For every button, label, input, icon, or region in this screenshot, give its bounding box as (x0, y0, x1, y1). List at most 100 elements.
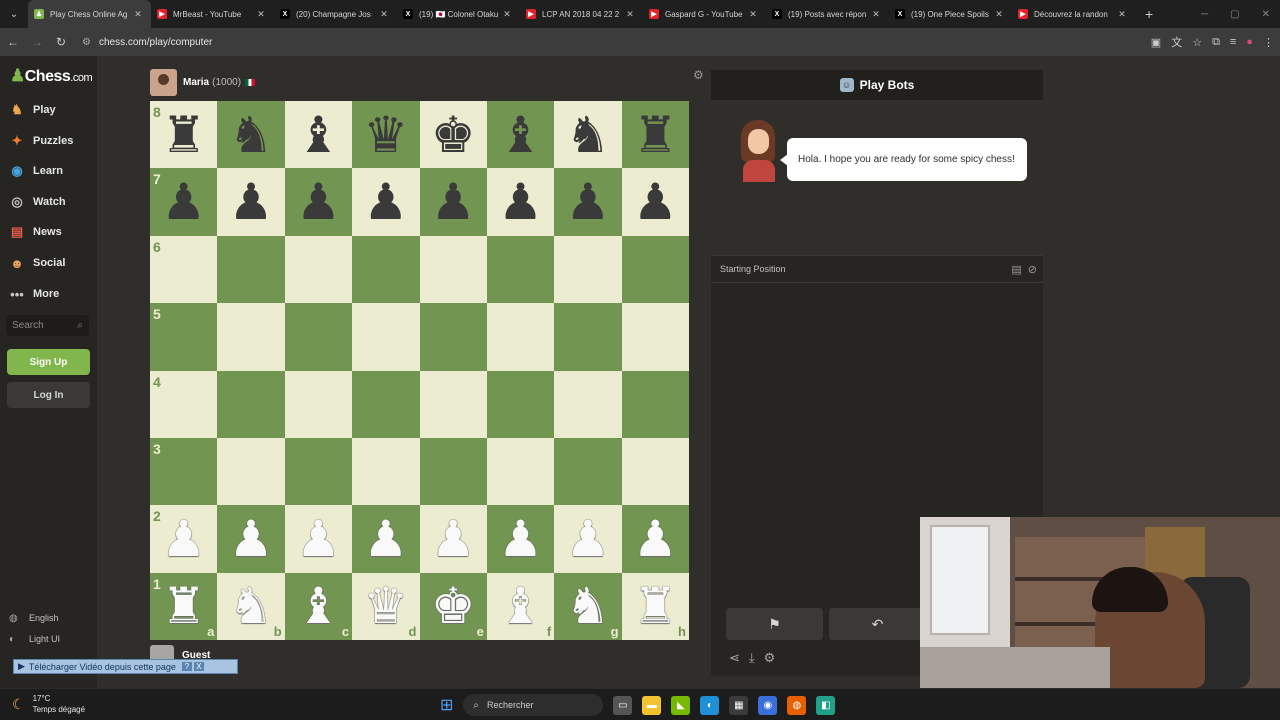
close-window-icon[interactable]: ✕ (1262, 9, 1270, 20)
square-a6[interactable]: 6 (150, 235, 218, 304)
maximize-icon[interactable]: ▢ (1230, 9, 1239, 20)
resign-flag-button[interactable]: ⚑ (726, 608, 823, 640)
square-f8[interactable]: ♝ (486, 101, 555, 169)
square-g4[interactable] (554, 370, 622, 438)
white-piece[interactable]: ♜ (161, 581, 206, 631)
sidebar-item-social[interactable]: ☻ Social (8, 253, 65, 273)
media-icon[interactable]: ≡ (1230, 36, 1236, 48)
white-piece[interactable]: ♟ (633, 514, 678, 564)
theme-toggle[interactable]: ◐ Light UI (9, 631, 60, 647)
black-piece[interactable]: ♞ (229, 110, 274, 160)
square-e7[interactable]: ♟ (419, 168, 487, 236)
analysis-icon[interactable]: ⊘ (1028, 263, 1037, 276)
square-f1[interactable]: f ♝ (486, 572, 555, 640)
tab-close-icon[interactable]: ✕ (254, 9, 268, 20)
square-h8[interactable]: ♜ (621, 101, 689, 169)
square-c5[interactable] (284, 303, 353, 371)
square-d7[interactable]: ♟ (352, 168, 420, 236)
white-piece[interactable]: ♟ (363, 514, 408, 564)
weather-widget[interactable]: ☾ 17°C Temps dégagé (12, 693, 85, 715)
black-piece[interactable]: ♝ (498, 110, 543, 160)
tab-close-icon[interactable]: ✕ (1115, 9, 1129, 20)
square-d2[interactable]: ♟ (352, 505, 420, 573)
black-piece[interactable]: ♟ (431, 177, 476, 227)
cast-icon[interactable]: ▣ (1151, 36, 1161, 49)
browser-tab[interactable]: ▶ Gaspard G - YouTube ✕ (643, 0, 766, 28)
square-b3[interactable] (217, 437, 285, 506)
app-icon[interactable]: ◧ (816, 695, 836, 715)
square-g2[interactable]: ♟ (554, 505, 622, 573)
gear-icon[interactable]: ⚙ (764, 650, 776, 666)
white-piece[interactable]: ♟ (498, 514, 543, 564)
new-tab-button[interactable]: + (1145, 6, 1153, 22)
reload-icon[interactable]: ↻ (50, 35, 72, 49)
black-piece[interactable]: ♜ (161, 110, 206, 160)
square-c3[interactable] (284, 437, 353, 506)
white-piece[interactable]: ♟ (566, 514, 611, 564)
tab-close-icon[interactable]: ✕ (869, 9, 883, 20)
forward-icon[interactable]: → (26, 35, 48, 49)
square-a5[interactable]: 5 (150, 303, 218, 371)
black-piece[interactable]: ♟ (296, 177, 341, 227)
square-e3[interactable] (419, 437, 487, 506)
square-e5[interactable] (419, 303, 487, 371)
square-f2[interactable]: ♟ (486, 505, 555, 573)
black-piece[interactable]: ♟ (363, 177, 408, 227)
white-piece[interactable]: ♛ (363, 581, 408, 631)
settings-gear-icon[interactable]: ⚙ (693, 68, 704, 82)
black-piece[interactable]: ♝ (296, 110, 341, 160)
square-c1[interactable]: c ♝ (284, 572, 353, 640)
square-h6[interactable] (621, 235, 689, 304)
square-e8[interactable]: ♚ (419, 101, 487, 169)
video-download-bar[interactable]: ▶ Télécharger Vidéo depuis cette page ? … (13, 659, 238, 674)
extensions-icon[interactable]: ⧉ (1212, 36, 1220, 49)
white-piece[interactable]: ♝ (296, 581, 341, 631)
bookmark-star-icon[interactable]: ☆ (1192, 36, 1202, 49)
chrome-icon[interactable]: ◉ (758, 695, 778, 715)
square-c4[interactable] (284, 370, 353, 438)
sidebar-item-news[interactable]: ▤ News (8, 222, 62, 242)
square-c6[interactable] (284, 235, 353, 304)
square-d5[interactable] (352, 303, 420, 371)
square-b1[interactable]: b ♞ (217, 572, 285, 640)
black-piece[interactable]: ♜ (633, 110, 678, 160)
square-f4[interactable] (486, 370, 555, 438)
square-g8[interactable]: ♞ (554, 101, 622, 169)
square-c8[interactable]: ♝ (284, 101, 353, 169)
square-e2[interactable]: ♟ (419, 505, 487, 573)
takeback-button[interactable]: ↶ (829, 608, 926, 640)
log-in-button[interactable]: Log In (7, 382, 90, 408)
square-e1[interactable]: e ♚ (419, 572, 487, 640)
sign-up-button[interactable]: Sign Up (7, 349, 90, 375)
profile-avatar[interactable]: ● (1246, 36, 1253, 48)
square-g6[interactable] (554, 235, 622, 304)
white-piece[interactable]: ♟ (431, 514, 476, 564)
square-d3[interactable] (352, 437, 420, 506)
help-icon[interactable]: ? (181, 662, 192, 671)
notes-icon[interactable]: ▤ (1011, 263, 1021, 276)
language-selector[interactable]: ◍ English (9, 610, 59, 626)
square-g5[interactable] (554, 303, 622, 371)
browser-tab[interactable]: ♟ Play Chess Online Ag ✕ (28, 0, 151, 28)
sidebar-item-play[interactable]: ♞ Play (8, 100, 55, 120)
edge-icon[interactable]: ◐ (700, 695, 720, 715)
browser-menu-icon[interactable]: ⋮ (1263, 36, 1274, 49)
square-g1[interactable]: g ♞ (554, 572, 622, 640)
square-e6[interactable] (419, 235, 487, 304)
file-explorer-icon[interactable]: ▬ (642, 695, 662, 715)
sidebar-item-more[interactable]: ••• More (8, 284, 59, 304)
tab-close-icon[interactable]: ✕ (131, 9, 145, 20)
square-f7[interactable]: ♟ (486, 168, 555, 236)
white-piece[interactable]: ♟ (229, 514, 274, 564)
square-a7[interactable]: 7 ♟ (150, 168, 218, 236)
square-f6[interactable] (486, 235, 555, 304)
square-h5[interactable] (621, 303, 689, 371)
browser-tab[interactable]: ▶ Découvrez la randon ✕ (1012, 0, 1135, 28)
square-f5[interactable] (486, 303, 555, 371)
square-a2[interactable]: 2 ♟ (150, 505, 218, 573)
browser-tab[interactable]: X (19) Posts avec répon ✕ (766, 0, 889, 28)
square-a3[interactable]: 3 (150, 437, 218, 506)
tab-close-icon[interactable]: ✕ (746, 9, 760, 20)
taskbar-search[interactable]: ⌕ Rechercher (463, 694, 604, 716)
square-b5[interactable] (217, 303, 285, 371)
